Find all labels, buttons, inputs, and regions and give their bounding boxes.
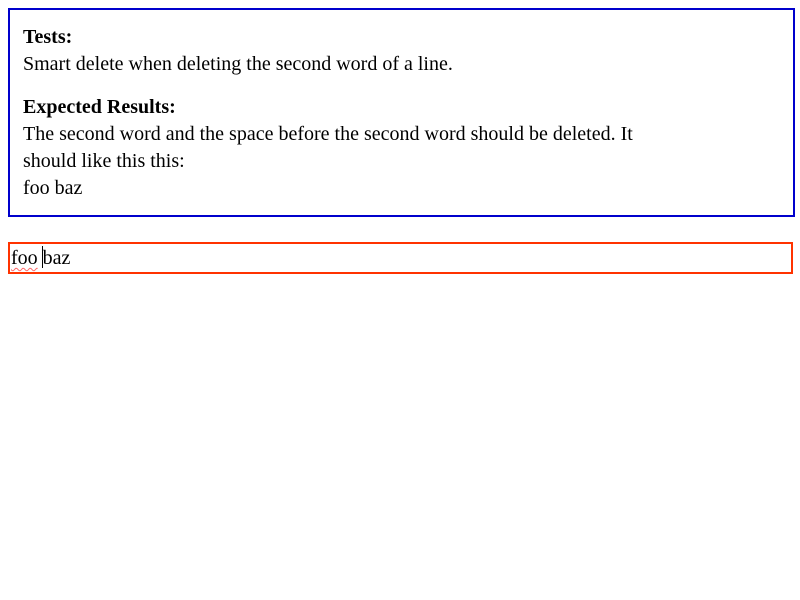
expected-results-heading: Expected Results: xyxy=(23,96,176,118)
expected-results-line-1: The second word and the space before the… xyxy=(23,123,633,145)
test-line[interactable]: foo baz xyxy=(11,245,70,272)
explanation-box: Tests: Smart delete when deleting the se… xyxy=(8,8,795,217)
tests-description: Smart delete when deleting the second wo… xyxy=(23,53,453,75)
tests-heading: Tests: xyxy=(23,26,73,48)
word-foo[interactable]: foo xyxy=(11,247,38,269)
expected-results-line-3: foo baz xyxy=(23,177,83,199)
word-baz[interactable]: baz xyxy=(43,247,71,269)
editable-test-area[interactable]: foo baz xyxy=(8,242,793,274)
expected-results-line-2: should like this this: xyxy=(23,150,185,172)
